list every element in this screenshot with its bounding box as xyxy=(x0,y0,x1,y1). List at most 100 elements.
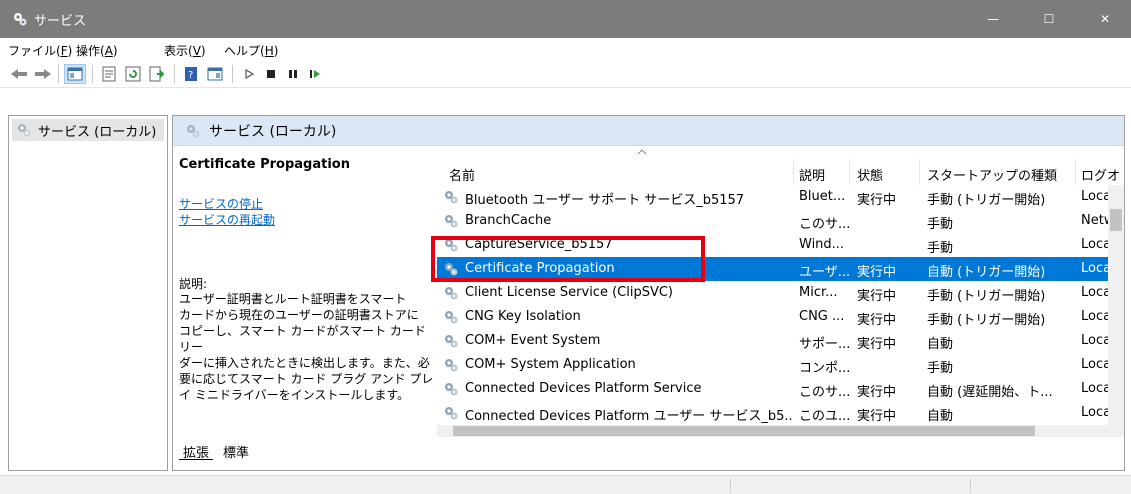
cell-desc: ユーザ... xyxy=(799,265,849,280)
action-pane-button[interactable] xyxy=(204,64,226,84)
cell-desc: CNG ... xyxy=(799,309,845,324)
export-list-button[interactable] xyxy=(146,64,168,84)
tab-standard[interactable]: 標準 xyxy=(219,440,253,461)
horizontal-scrollbar[interactable] xyxy=(437,425,1124,437)
console-tree-icon xyxy=(67,67,83,81)
cell-desc: このサ... xyxy=(799,217,849,232)
maximize-button[interactable]: ☐ xyxy=(1022,0,1076,38)
help-button[interactable]: ? xyxy=(180,64,202,84)
status-segment xyxy=(730,478,731,493)
restart-icon xyxy=(310,70,320,78)
service-gear-icon xyxy=(445,407,458,420)
horizontal-scroll-thumb[interactable] xyxy=(453,426,1035,436)
minimize-icon: — xyxy=(987,12,999,26)
restart-service-link[interactable]: サービスの再起動 xyxy=(179,211,275,228)
action-pane-icon xyxy=(207,67,223,81)
show-tree-button[interactable] xyxy=(64,64,86,84)
service-row[interactable]: COM+ Event System サポー... 実行中 自動 Local xyxy=(437,329,1108,353)
minimize-button[interactable]: — xyxy=(966,0,1020,38)
close-icon: ✕ xyxy=(1099,12,1111,26)
toolbar-separator xyxy=(232,65,233,83)
service-row[interactable]: Connected Devices Platform Service このサ...… xyxy=(437,377,1108,401)
cell-status: 実行中 xyxy=(857,289,897,304)
service-row[interactable]: COM+ System Application コンポ... 手動 Local xyxy=(437,353,1108,377)
cell-logon: Local xyxy=(1081,357,1108,372)
vertical-scroll-thumb[interactable] xyxy=(1110,209,1122,231)
export-icon xyxy=(149,66,165,82)
stop-service-link[interactable]: サービスの停止 xyxy=(179,195,263,212)
restart-service-button[interactable] xyxy=(304,64,326,84)
status-segment xyxy=(970,478,971,493)
toolbar: ? xyxy=(0,60,1131,88)
toolbar-separator xyxy=(174,65,175,83)
service-row[interactable]: Bluetooth ユーザー サポート サービス_b5157 Bluet... 実行… xyxy=(437,185,1108,209)
selected-service-title: Certificate Propagation xyxy=(179,157,350,172)
cell-name: Bluetooth ユーザー サポート サービス_b5157 xyxy=(465,193,745,208)
services-gear-icon xyxy=(14,13,27,26)
pause-service-button[interactable] xyxy=(282,64,304,84)
stop-icon xyxy=(267,70,275,78)
properties-button[interactable] xyxy=(98,64,120,84)
cell-name: COM+ Event System xyxy=(465,333,601,348)
cell-startup: 手動 (トリガー開始) xyxy=(927,289,1046,304)
vertical-scrollbar[interactable] xyxy=(1108,185,1124,425)
description-panel: Certificate Propagation サービスの停止 サービスの再起動… xyxy=(173,147,437,437)
column-divider[interactable] xyxy=(793,159,794,185)
cell-desc: このサ... xyxy=(799,385,849,400)
column-header-status[interactable]: 状態 xyxy=(857,165,883,184)
refresh-icon xyxy=(125,66,141,82)
svg-text:?: ? xyxy=(188,70,193,81)
menu-help[interactable]: ヘルプ(H) xyxy=(224,42,278,59)
cell-name: BranchCache xyxy=(465,213,552,228)
tree-item-services-local[interactable]: サービス (ローカル) xyxy=(12,119,164,141)
cell-desc: Bluet... xyxy=(799,189,846,204)
service-row[interactable]: BranchCache このサ... 手動 Netw xyxy=(437,209,1108,233)
pause-icon xyxy=(289,70,297,78)
cell-status: 実行中 xyxy=(857,337,897,352)
cell-desc: サポー... xyxy=(799,337,849,352)
description-text: ユーザー証明書とルート証明書をスマート カードから現在のユーザーの証明書ストアに… xyxy=(179,292,434,402)
back-button[interactable] xyxy=(8,64,30,84)
column-header-name[interactable]: 名前 xyxy=(449,165,475,184)
menu-view[interactable]: 表示(V) xyxy=(164,42,206,59)
cell-startup: 自動 (遅延開始、ト... xyxy=(927,385,1053,400)
services-gear-icon xyxy=(187,124,200,137)
service-row[interactable]: CNG Key Isolation CNG ... 実行中 手動 (トリガー開始) Lo… xyxy=(437,305,1108,329)
cell-startup: 自動 xyxy=(927,409,954,424)
column-divider[interactable] xyxy=(849,159,850,185)
tab-extended[interactable]: 拡張 xyxy=(179,440,214,461)
column-header-description[interactable]: 説明 xyxy=(799,165,825,184)
service-gear-icon xyxy=(445,335,458,348)
service-row[interactable]: Connected Devices Platform ユーザー サービス_b5.… xyxy=(437,401,1108,425)
column-header-startup-type[interactable]: スタートアップの種類 xyxy=(927,165,1057,184)
column-header-logon[interactable]: ログオ xyxy=(1081,165,1120,184)
close-button[interactable]: ✕ xyxy=(1078,0,1131,38)
menu-bar: ファイル(F) 操作(A) 表示(V) ヘルプ(H) xyxy=(0,38,1131,60)
column-divider[interactable] xyxy=(1075,159,1076,185)
menu-action[interactable]: 操作(A) xyxy=(76,42,118,59)
service-gear-icon xyxy=(445,311,458,324)
cell-status: 実行中 xyxy=(857,313,897,328)
service-gear-icon xyxy=(445,359,458,372)
play-icon xyxy=(245,69,254,79)
services-gear-icon xyxy=(18,124,31,137)
refresh-button[interactable] xyxy=(122,64,144,84)
description-label: 説明: xyxy=(179,277,208,291)
start-service-button[interactable] xyxy=(238,64,260,84)
menu-file[interactable]: ファイル(F) xyxy=(8,42,72,59)
pane-header-title: サービス (ローカル) xyxy=(209,123,337,140)
cell-name: Client License Service (ClipSVC) xyxy=(465,285,674,300)
services-pane: サービス (ローカル) Certificate Propagation サービス… xyxy=(172,115,1125,471)
cell-startup: 手動 xyxy=(927,217,954,232)
column-divider[interactable] xyxy=(919,159,920,185)
sort-ascending-icon xyxy=(637,149,647,155)
service-row[interactable]: Client License Service (ClipSVC) Micr... 実… xyxy=(437,281,1108,305)
cell-startup: 手動 (トリガー開始) xyxy=(927,193,1046,208)
stop-service-button[interactable] xyxy=(260,64,282,84)
service-gear-icon xyxy=(445,215,458,228)
properties-icon xyxy=(102,66,116,82)
cell-status: 実行中 xyxy=(857,385,897,400)
maximize-icon: ☐ xyxy=(1043,12,1055,26)
view-tabs: 拡張 標準 xyxy=(173,438,1124,470)
forward-button[interactable] xyxy=(32,64,54,84)
